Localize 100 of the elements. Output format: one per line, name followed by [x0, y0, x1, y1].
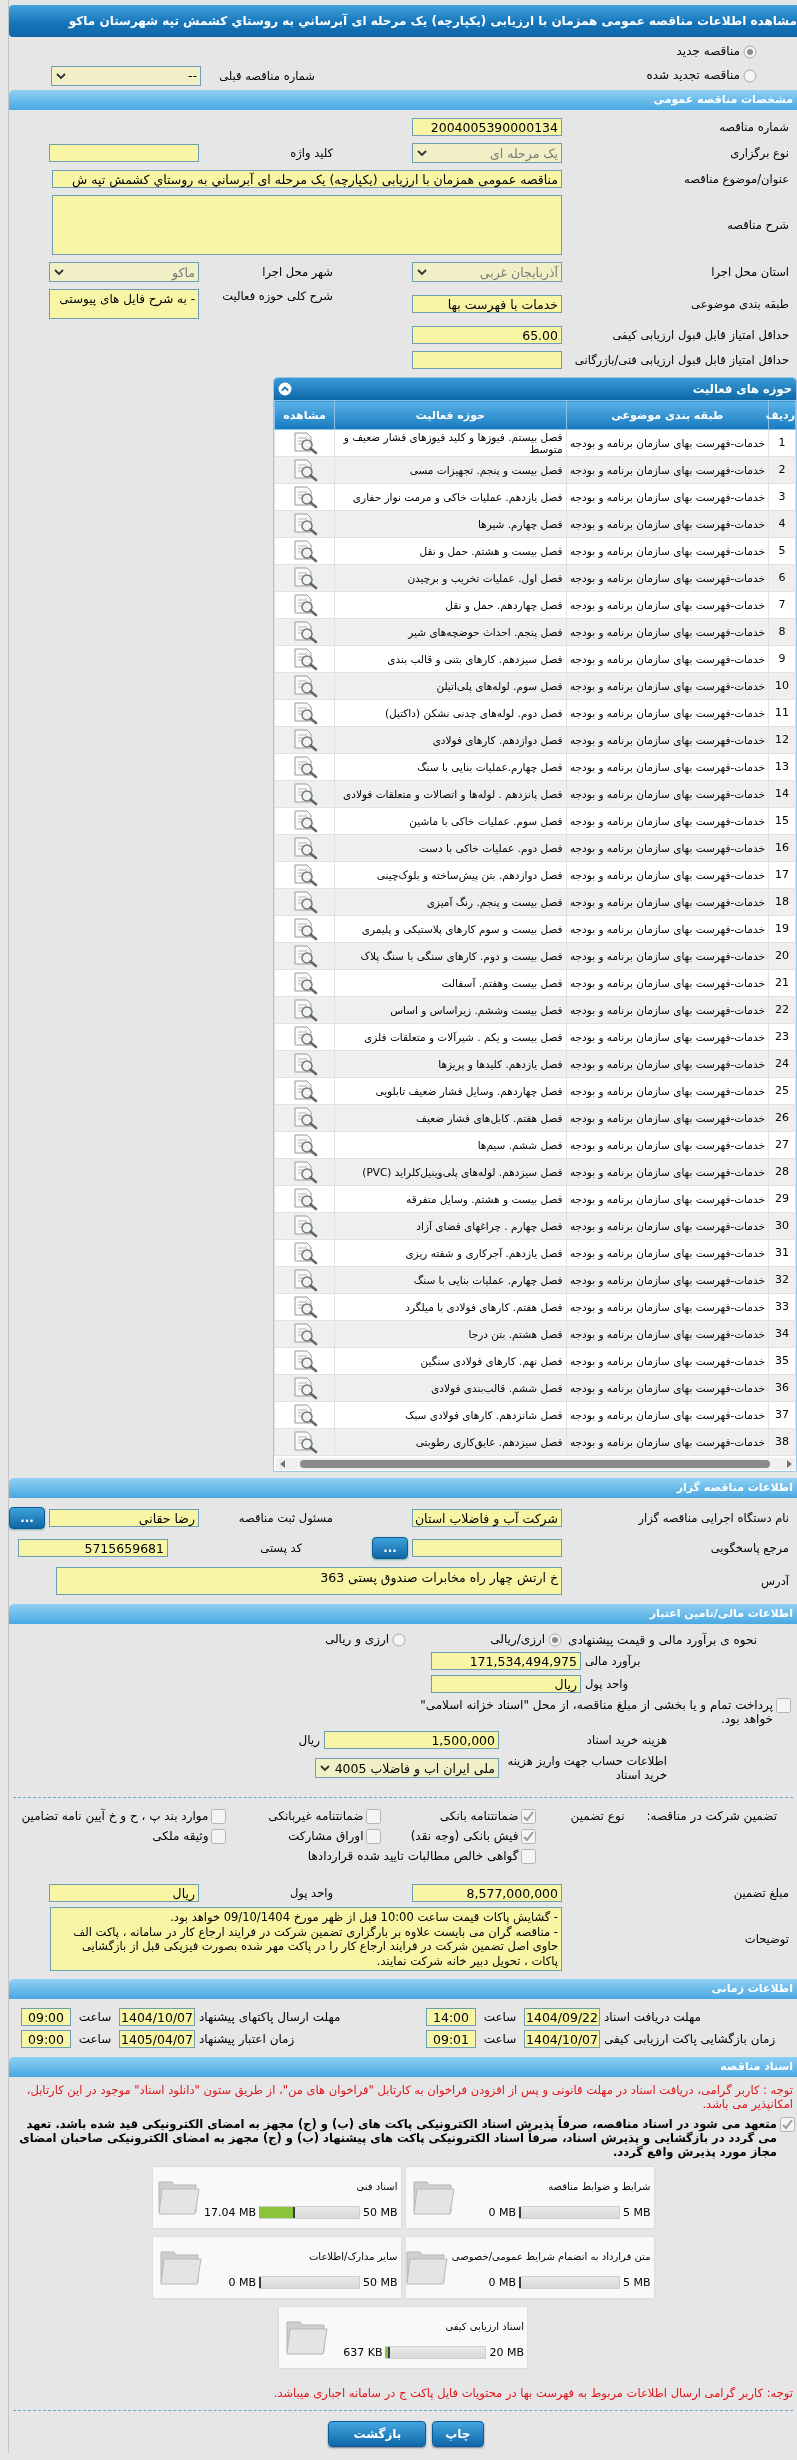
- view-icon[interactable]: [291, 1052, 318, 1076]
- table-cell: 3: [768, 483, 796, 511]
- checkbox[interactable]: [211, 1829, 227, 1844]
- table-cell: 5: [768, 537, 796, 565]
- view-icon[interactable]: [291, 863, 318, 887]
- horizontal-scrollbar[interactable]: [276, 1458, 796, 1470]
- checkbox-label: گواهی خالص مطالبات تایید شده قراردادها: [307, 1849, 519, 1864]
- checkbox[interactable]: [366, 1829, 382, 1844]
- text-field[interactable]: 1,500,000: [324, 1731, 499, 1749]
- text-field[interactable]: شرکت آب و فاضلاب استان: [412, 1509, 562, 1527]
- action-button[interactable]: بازگشت: [328, 2421, 427, 2447]
- text-area[interactable]: - به شرح فایل های پیوستی: [49, 289, 199, 319]
- radio-label: مناقصه تجدید شده: [646, 68, 740, 84]
- text-field[interactable]: 171,534,494,975: [431, 1652, 581, 1670]
- view-icon[interactable]: [291, 1160, 318, 1184]
- view-icon[interactable]: [291, 674, 318, 698]
- date-field[interactable]: 1404/10/07: [524, 2030, 600, 2048]
- text-field[interactable]: 5715659681: [18, 1539, 168, 1557]
- checkbox[interactable]: [521, 1829, 537, 1844]
- view-icon[interactable]: [291, 836, 318, 860]
- view-icon[interactable]: [291, 809, 318, 833]
- view-icon[interactable]: [291, 1241, 318, 1265]
- table-cell: خدمات-فهرست بهای سازمان برنامه و بودجه: [566, 429, 769, 457]
- text-area[interactable]: - گشایش پاکات قیمت ساعت 10:00 قبل از ظهر مورخ 09/10/1404 خواهد بود. - مناقصه گران می بایست علاوه بر بارگزاری تضمین شرکت در فرایند ارجاع کار در سامانه ، پاکت الف حاوی اصل تضمین شرکت در فرایند ارجاع کار را در پاکت مهر شده بصورت فیزیکی قبل از بازگشایی پاکات ، تحویل دبیر خانه شرکت نمایند.: [50, 1907, 562, 1971]
- view-icon[interactable]: [291, 890, 318, 914]
- browse-button[interactable]: ...: [9, 1507, 45, 1529]
- date-field[interactable]: 1404/10/07: [119, 2008, 195, 2026]
- text-area[interactable]: خ ارتش چهار راه مخابرات صندوق پستی 363: [56, 1567, 562, 1595]
- view-icon[interactable]: [291, 512, 318, 536]
- view-icon[interactable]: [291, 1133, 318, 1157]
- table-cell: فصل یازدهم. عملیات خاکی و مرمت نوار حفاری: [334, 483, 567, 511]
- view-icon[interactable]: [291, 1349, 318, 1373]
- radio-button[interactable]: [743, 68, 757, 83]
- checkbox[interactable]: [780, 2117, 795, 2132]
- view-icon[interactable]: [291, 1106, 318, 1130]
- collapse-icon[interactable]: [278, 382, 292, 396]
- time-field[interactable]: 09:00: [21, 2030, 71, 2048]
- action-button[interactable]: چاپ: [432, 2421, 484, 2447]
- view-icon[interactable]: [291, 944, 318, 968]
- table-cell: 25: [768, 1077, 796, 1105]
- view-icon[interactable]: [291, 1268, 318, 1292]
- dropdown[interactable]: --: [51, 65, 201, 86]
- dropdown[interactable]: ملی ایران اب و فاضلاب 4005: [314, 1758, 499, 1778]
- text-field[interactable]: ریال: [431, 1675, 581, 1693]
- view-icon[interactable]: [291, 539, 318, 563]
- size-used: 637 KB: [343, 2345, 383, 2359]
- view-icon[interactable]: [291, 620, 318, 644]
- date-field[interactable]: 1404/09/22: [524, 2008, 600, 2026]
- time-field[interactable]: 09:00: [21, 2008, 71, 2026]
- date-field[interactable]: 1405/04/07: [119, 2030, 195, 2048]
- text-field[interactable]: 65.00: [412, 326, 562, 344]
- text-field[interactable]: مناقصه عمومی همزمان با ارزیابی (یکپارچه) یک مرحله ای آبرساني به روستاي کشمش تپه ش: [52, 170, 562, 188]
- text-field[interactable]: 2004005390000134: [412, 118, 562, 136]
- text-field[interactable]: رضا حقانی: [49, 1509, 199, 1527]
- view-icon[interactable]: [291, 971, 318, 995]
- view-icon[interactable]: [291, 1403, 318, 1427]
- text-field[interactable]: [412, 351, 562, 369]
- text-area[interactable]: [52, 195, 562, 255]
- view-icon[interactable]: [291, 998, 318, 1022]
- table-cell: فصل یازدهم. کلیدها و پریزها: [334, 1050, 567, 1078]
- time-field[interactable]: 09:01: [426, 2030, 476, 2048]
- view-icon[interactable]: [291, 1322, 318, 1346]
- view-icon[interactable]: [291, 1295, 318, 1319]
- view-icon[interactable]: [291, 458, 318, 482]
- view-icon[interactable]: [291, 1079, 318, 1103]
- checkbox[interactable]: [776, 1698, 791, 1713]
- view-icon[interactable]: [291, 431, 318, 455]
- checkbox[interactable]: [521, 1849, 537, 1864]
- table-cell: خدمات-فهرست بهای سازمان برنامه و بودجه: [566, 1401, 769, 1429]
- view-icon[interactable]: [291, 1376, 318, 1400]
- radio-button[interactable]: [743, 44, 757, 59]
- checkbox[interactable]: [521, 1809, 537, 1824]
- view-icon[interactable]: [291, 1430, 318, 1454]
- text-field[interactable]: [49, 144, 199, 162]
- view-icon[interactable]: [291, 647, 318, 671]
- text-field[interactable]: [412, 1539, 562, 1557]
- view-icon[interactable]: [291, 593, 318, 617]
- view-icon[interactable]: [291, 701, 318, 725]
- table-cell: 9: [768, 645, 796, 673]
- view-icon[interactable]: [291, 728, 318, 752]
- text-field[interactable]: 8,577,000,000: [412, 1884, 562, 1902]
- time-field[interactable]: 14:00: [426, 2008, 476, 2026]
- checkbox[interactable]: [211, 1809, 227, 1824]
- radio-button[interactable]: [392, 1632, 407, 1647]
- browse-button[interactable]: ...: [372, 1537, 408, 1559]
- checkbox[interactable]: [366, 1809, 382, 1824]
- view-icon[interactable]: [291, 1025, 318, 1049]
- view-icon[interactable]: [291, 755, 318, 779]
- caret-icon: [416, 148, 428, 158]
- view-icon[interactable]: [291, 485, 318, 509]
- radio-button[interactable]: [548, 1632, 563, 1647]
- text-field[interactable]: خدمات با فهرست بها: [412, 295, 562, 313]
- view-icon[interactable]: [291, 1214, 318, 1238]
- table-cell: فصل سیزدهم. لوله‌های پلی‌وینیل‌کلراید (PVC): [334, 1158, 567, 1186]
- view-icon[interactable]: [291, 917, 318, 941]
- view-icon[interactable]: [291, 1187, 318, 1211]
- view-icon[interactable]: [291, 782, 318, 806]
- text-field[interactable]: ریال: [49, 1884, 199, 1902]
- field-label: مرجع پاسخگویی: [709, 1541, 789, 1555]
- view-icon[interactable]: [291, 566, 318, 590]
